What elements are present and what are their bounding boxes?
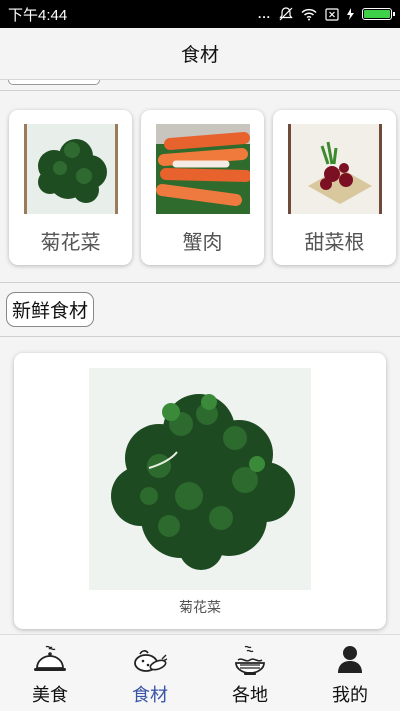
page-header: 食材 [0,28,400,80]
food-name: 蟹肉 [182,230,223,254]
tab-food[interactable]: 美食 [0,635,100,711]
tab-ingredients[interactable]: 食材 [100,635,200,711]
mute-bell-icon [279,7,293,21]
chrysanthemum-greens-image [89,368,311,590]
wifi-icon [301,8,317,20]
divider [0,336,400,337]
crab-meat-image [155,124,250,214]
charging-icon [347,8,354,20]
divider [0,282,400,283]
beetroot-image [287,124,382,214]
partial-category-chip[interactable] [8,80,100,85]
food-name: 菊花菜 [40,230,101,254]
feature-caption: 菊花菜 [179,600,221,616]
tab-label: 美食 [32,685,68,706]
food-card[interactable]: 甜菜根 [273,110,396,265]
tab-regions[interactable]: 各地 [200,635,300,711]
tab-label: 食材 [132,685,168,706]
status-time: 下午4:44 [8,6,68,24]
tab-label: 我的 [332,685,368,706]
tab-mine[interactable]: 我的 [300,635,400,711]
battery-level [364,10,390,18]
no-sim-icon [325,7,339,21]
chrysanthemum-greens-image [23,124,118,214]
food-card[interactable]: 菊花菜 [9,110,132,265]
feature-card[interactable]: 菊花菜 [14,353,386,629]
section-chip-fresh[interactable]: 新鲜食材 [6,292,95,327]
status-icons: ... [257,7,395,21]
noodle-bowl-icon [235,645,265,675]
more-dots-icon: ... [257,7,271,21]
food-card[interactable]: 蟹肉 [141,110,264,265]
bottom-tab-bar: 美食 食材 各地 我的 [0,634,400,711]
person-icon [338,646,362,673]
battery-icon [362,8,395,20]
cloche-icon [34,645,66,671]
divider [0,90,400,91]
vegetables-icon [134,650,168,672]
status-bar: 下午4:44 ... [0,0,400,28]
food-name: 甜菜根 [304,230,365,254]
page-title: 食材 [180,44,219,66]
section-label: 新鲜食材 [12,300,89,322]
tab-label: 各地 [232,685,268,706]
recommend-row: 菊花菜 蟹肉 甜菜根 [9,110,396,265]
